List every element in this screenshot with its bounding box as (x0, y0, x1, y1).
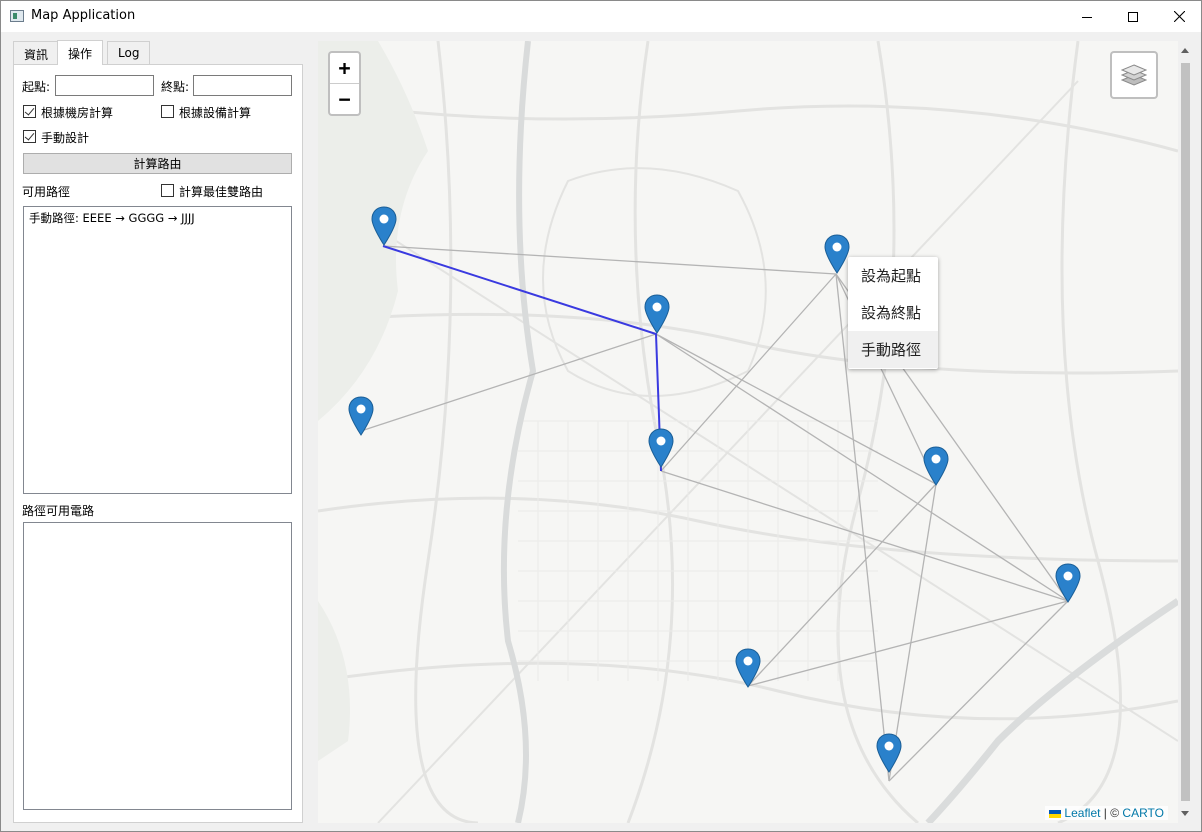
manual-design-label: 手動設計 (41, 131, 90, 145)
minimize-button[interactable] (1064, 1, 1110, 32)
zoom-in-button[interactable]: + (330, 53, 359, 83)
layers-button[interactable] (1110, 51, 1158, 99)
map-marker-icon[interactable] (648, 428, 676, 470)
link-lines (360, 245, 1069, 782)
vertical-scrollbar[interactable] (1178, 41, 1193, 823)
start-label: 起點: (22, 80, 51, 94)
equip-calc-checkbox[interactable] (161, 105, 174, 118)
manual-design-checkbox[interactable] (23, 130, 36, 143)
room-calc-checkbox[interactable] (23, 105, 36, 118)
scroll-down-arrow-icon[interactable] (1181, 811, 1189, 816)
close-icon (1173, 11, 1185, 22)
river (925, 598, 1178, 823)
end-label: 終點: (161, 80, 190, 94)
minimize-icon (1082, 16, 1092, 18)
start-input[interactable] (55, 75, 154, 96)
tab-log[interactable]: Log (107, 41, 151, 64)
layers-icon (1121, 64, 1147, 86)
left-panel: 資訊 操作 Log 起點: 終點: 根據機房計算 根據設備計算 手動設計 計算路… (13, 40, 303, 823)
end-input[interactable] (193, 75, 292, 96)
carto-link[interactable]: CARTO (1122, 806, 1164, 820)
scroll-thumb[interactable] (1181, 63, 1190, 801)
map-marker-icon[interactable] (735, 648, 763, 690)
list-item[interactable]: 手動路徑: EEEE → GGGG → JJJJ (24, 207, 291, 229)
marker-context-menu: 設為起點 設為終點 手動路徑 (848, 257, 938, 369)
room-calc-label: 根據機房計算 (41, 106, 114, 120)
river (500, 41, 537, 823)
title-bar: Map Application (1, 1, 1201, 32)
maximize-button[interactable] (1110, 1, 1156, 32)
map-marker-icon[interactable] (644, 294, 672, 336)
map-view[interactable]: + − 設為起點 設為終點 手動路徑 Leaflet | © CARTO (318, 41, 1178, 823)
zoom-out-button[interactable]: − (330, 83, 359, 113)
close-button[interactable] (1156, 1, 1202, 32)
equip-calc-label: 根據設備計算 (179, 106, 252, 120)
circuits-list[interactable] (23, 522, 292, 810)
routes-list[interactable]: 手動路徑: EEEE → GGGG → JJJJ (23, 206, 292, 494)
map-canvas (318, 41, 1178, 823)
map-grid (518, 420, 878, 681)
window-title: Map Application (31, 8, 136, 23)
map-marker-icon[interactable] (1055, 563, 1083, 605)
leaflet-link[interactable]: Leaflet (1064, 806, 1100, 820)
best-dual-route-label: 計算最佳雙路由 (179, 185, 264, 199)
routes-label: 可用路徑 (22, 185, 71, 199)
zoom-control: + − (328, 51, 361, 116)
circuits-label: 路徑可用電路 (22, 504, 95, 518)
tab-content-operations: 起點: 終點: 根據機房計算 根據設備計算 手動設計 計算路由 可用路徑 計算最… (13, 64, 303, 823)
manual-route-menu-item[interactable]: 手動路徑 (848, 331, 938, 368)
set-end-menu-item[interactable]: 設為終點 (848, 294, 938, 331)
tab-info[interactable]: 資訊 (13, 41, 60, 64)
calc-route-button[interactable]: 計算路由 (23, 153, 292, 174)
set-start-menu-item[interactable]: 設為起點 (848, 257, 938, 294)
map-marker-icon[interactable] (348, 396, 376, 438)
attribution-separator: | © (1100, 806, 1123, 820)
best-dual-route-checkbox[interactable] (161, 184, 174, 197)
ukraine-flag-icon (1049, 809, 1062, 818)
map-attribution: Leaflet | © CARTO (1045, 806, 1168, 820)
hill-area (318, 601, 350, 761)
app-window: Map Application 資訊 操作 Log 起點: 終點: 根據機房計算… (0, 0, 1202, 832)
maximize-icon (1128, 11, 1138, 22)
map-marker-icon[interactable] (923, 446, 951, 488)
map-marker-icon[interactable] (876, 733, 904, 775)
tab-operations[interactable]: 操作 (57, 40, 104, 65)
app-icon (10, 10, 24, 22)
map-marker-icon[interactable] (371, 206, 399, 248)
scroll-up-arrow-icon[interactable] (1181, 48, 1189, 53)
